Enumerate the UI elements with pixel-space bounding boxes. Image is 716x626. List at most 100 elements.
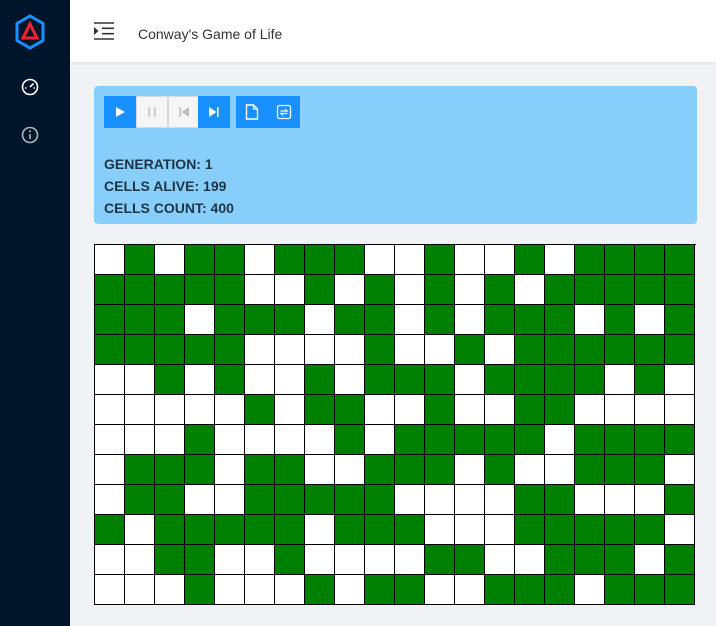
grid-cell[interactable] [665,515,695,545]
grid-cell[interactable] [395,485,425,515]
grid-cell[interactable] [575,515,605,545]
grid-cell[interactable] [395,275,425,305]
grid-cell[interactable] [95,395,125,425]
grid-cell[interactable] [125,395,155,425]
grid-cell[interactable] [395,335,425,365]
grid-cell[interactable] [605,245,635,275]
grid-cell[interactable] [575,365,605,395]
grid-cell[interactable] [515,335,545,365]
grid-cell[interactable] [245,425,275,455]
grid-cell[interactable] [275,455,305,485]
grid-cell[interactable] [155,395,185,425]
grid-cell[interactable] [605,305,635,335]
grid-cell[interactable] [485,545,515,575]
grid-cell[interactable] [605,515,635,545]
grid-cell[interactable] [635,365,665,395]
grid-cell[interactable] [515,455,545,485]
grid-cell[interactable] [395,305,425,335]
grid-cell[interactable] [185,365,215,395]
grid-cell[interactable] [365,575,395,605]
grid-cell[interactable] [425,365,455,395]
grid-cell[interactable] [185,425,215,455]
grid-cell[interactable] [545,395,575,425]
grid-cell[interactable] [245,455,275,485]
grid-cell[interactable] [515,305,545,335]
grid-cell[interactable] [335,365,365,395]
grid-cell[interactable] [365,275,395,305]
grid-cell[interactable] [455,395,485,425]
grid-cell[interactable] [335,275,365,305]
grid-cell[interactable] [605,395,635,425]
grid-cell[interactable] [575,395,605,425]
grid-cell[interactable] [185,575,215,605]
grid-cell[interactable] [275,275,305,305]
grid-cell[interactable] [665,575,695,605]
grid-cell[interactable] [95,245,125,275]
grid-cell[interactable] [215,365,245,395]
grid-cell[interactable] [425,395,455,425]
grid-cell[interactable] [185,275,215,305]
grid-cell[interactable] [485,275,515,305]
grid-cell[interactable] [95,275,125,305]
grid-cell[interactable] [455,515,485,545]
grid-cell[interactable] [215,395,245,425]
grid-cell[interactable] [215,545,245,575]
grid-cell[interactable] [155,245,185,275]
grid-cell[interactable] [155,275,185,305]
grid-cell[interactable] [665,425,695,455]
grid-cell[interactable] [335,305,365,335]
grid-cell[interactable] [275,485,305,515]
grid-cell[interactable] [485,425,515,455]
grid-cell[interactable] [365,545,395,575]
app-logo-icon[interactable] [14,14,46,50]
grid-cell[interactable] [155,335,185,365]
grid-cell[interactable] [545,455,575,485]
grid-cell[interactable] [95,425,125,455]
grid-cell[interactable] [605,455,635,485]
grid-cell[interactable] [605,485,635,515]
grid-cell[interactable] [335,425,365,455]
grid-cell[interactable] [665,335,695,365]
grid-cell[interactable] [185,335,215,365]
grid-cell[interactable] [335,545,365,575]
grid-cell[interactable] [245,575,275,605]
grid-cell[interactable] [575,275,605,305]
grid-cell[interactable] [545,275,575,305]
grid-cell[interactable] [125,515,155,545]
grid-cell[interactable] [155,365,185,395]
grid-cell[interactable] [305,545,335,575]
grid-cell[interactable] [365,395,395,425]
grid-cell[interactable] [365,365,395,395]
grid-cell[interactable] [245,365,275,395]
grid-cell[interactable] [335,515,365,545]
grid-cell[interactable] [95,545,125,575]
grid-cell[interactable] [455,305,485,335]
grid-cell[interactable] [545,335,575,365]
grid-cell[interactable] [245,515,275,545]
grid-cell[interactable] [635,485,665,515]
grid-cell[interactable] [215,305,245,335]
grid-cell[interactable] [575,485,605,515]
grid-cell[interactable] [485,485,515,515]
grid-cell[interactable] [425,455,455,485]
grid-cell[interactable] [575,425,605,455]
grid-cell[interactable] [125,425,155,455]
grid-cell[interactable] [545,245,575,275]
grid-cell[interactable] [395,455,425,485]
grid-cell[interactable] [215,575,245,605]
grid-cell[interactable] [425,575,455,605]
reset-button[interactable] [268,96,300,128]
grid-cell[interactable] [395,365,425,395]
grid-cell[interactable] [395,425,425,455]
dashboard-icon[interactable] [20,77,40,97]
grid-cell[interactable] [485,365,515,395]
grid-cell[interactable] [515,245,545,275]
grid-cell[interactable] [605,365,635,395]
grid-cell[interactable] [425,305,455,335]
grid-cell[interactable] [635,305,665,335]
grid-cell[interactable] [395,515,425,545]
grid-cell[interactable] [545,485,575,515]
grid-cell[interactable] [245,335,275,365]
grid-cell[interactable] [365,245,395,275]
grid-cell[interactable] [365,485,395,515]
